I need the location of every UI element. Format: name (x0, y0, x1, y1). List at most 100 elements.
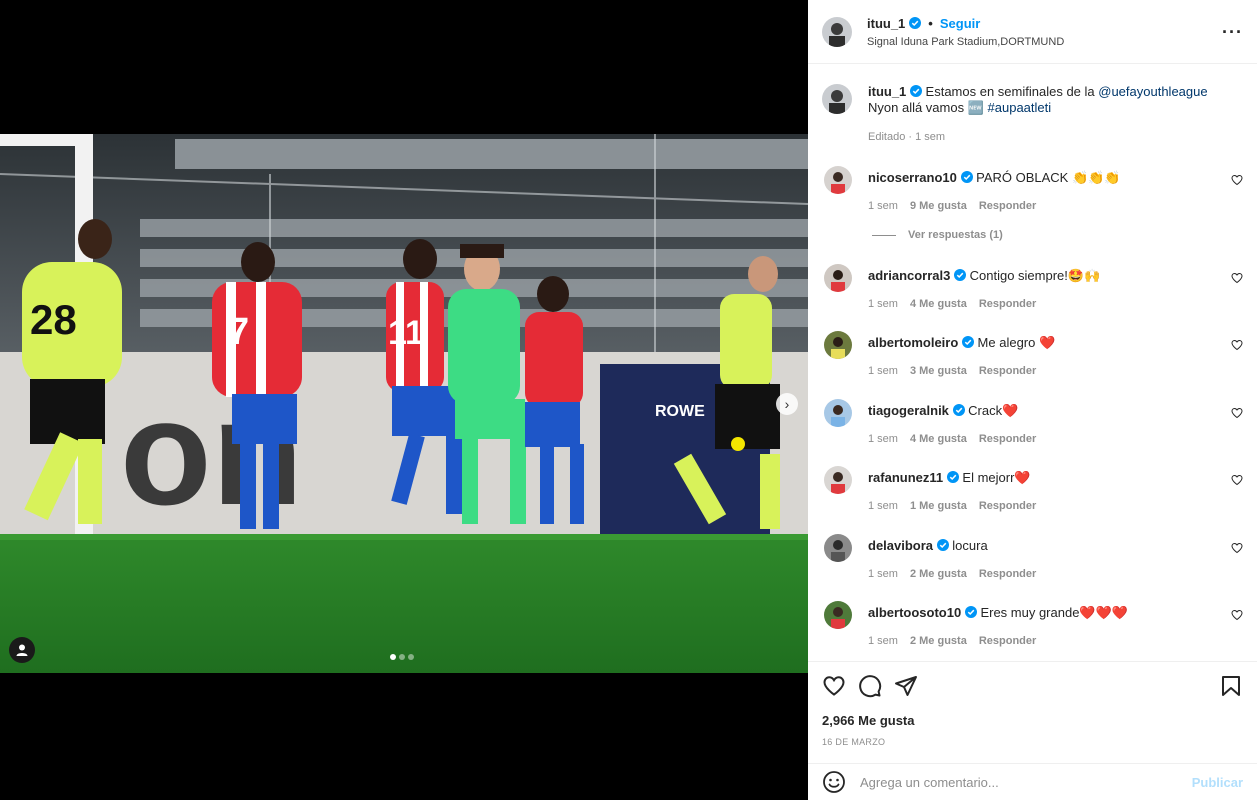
reply-button[interactable]: Responder (979, 200, 1036, 212)
emoji-icon[interactable] (822, 770, 846, 794)
comment-text: locura (952, 538, 988, 553)
comment-item: albertomoleiro Me alegro ❤️ 1 sem 3 Me gu… (822, 331, 1243, 391)
commenter-avatar[interactable] (824, 534, 852, 562)
comment-likes[interactable]: 4 Me gusta (910, 298, 967, 310)
comments-section[interactable]: ituu_1 Estamos en semifinales de la @uef… (808, 65, 1257, 662)
reply-button[interactable]: Responder (979, 298, 1036, 310)
reply-button[interactable]: Responder (979, 365, 1036, 377)
verified-badge-icon (954, 269, 966, 281)
follow-button[interactable]: Seguir (940, 16, 980, 31)
jersey-number-11: 11 (388, 314, 424, 352)
comment-time[interactable]: 1 sem (868, 635, 898, 647)
comment-username[interactable]: albertoosoto10 (868, 605, 961, 620)
comment-text: Crack❤️ (968, 403, 1019, 418)
caption-avatar[interactable] (822, 84, 852, 114)
commenter-avatar[interactable] (824, 601, 852, 629)
verified-badge-icon (952, 404, 965, 416)
comment-item: adriancorral3 Contigo siempre!🤩🙌 1 sem 4 … (822, 264, 1243, 324)
like-comment-icon[interactable] (1231, 174, 1243, 186)
jersey-number-28: 28 (30, 296, 77, 343)
likes-count[interactable]: 2,966 Me gusta (822, 713, 915, 728)
post-date[interactable]: 16 DE MARZO (822, 737, 885, 747)
carousel-dots (390, 654, 414, 660)
comment-likes[interactable]: 4 Me gusta (910, 433, 967, 445)
comment-likes[interactable]: 3 Me gusta (910, 365, 967, 377)
post-location[interactable]: Signal Iduna Park Stadium,DORTMUND (867, 36, 1064, 48)
view-replies-button[interactable]: Ver respuestas (1) (872, 229, 1003, 241)
more-options-icon[interactable]: ··· (1222, 22, 1243, 43)
comment-time[interactable]: 1 sem (868, 568, 898, 580)
comment-likes[interactable]: 2 Me gusta (910, 635, 967, 647)
like-comment-icon[interactable] (1231, 609, 1243, 621)
share-icon[interactable] (894, 674, 918, 698)
comment-username[interactable]: nicoserrano10 (868, 170, 957, 185)
like-comment-icon[interactable] (1231, 339, 1243, 351)
replies-divider (872, 234, 896, 236)
comment-username[interactable]: delavibora (868, 538, 933, 553)
separator-dot: • (928, 15, 933, 31)
comment-text: Contigo siempre!🤩🙌 (969, 268, 1101, 283)
post-caption: ituu_1 Estamos en semifinales de la @uef… (808, 65, 1257, 145)
caption-hashtag[interactable]: #aupaatleti (988, 100, 1052, 115)
author-username[interactable]: ituu_1 (867, 16, 905, 31)
post-photo[interactable]: on ROWE 28 7 11 (0, 134, 808, 673)
reply-button[interactable]: Responder (979, 635, 1036, 647)
comment-input[interactable] (860, 774, 1192, 790)
comment-time[interactable]: 1 sem (868, 365, 898, 377)
caption-username[interactable]: ituu_1 (868, 84, 906, 99)
carousel-dot (408, 654, 414, 660)
chevron-right-icon: › (784, 396, 790, 412)
user-tag-icon (16, 644, 28, 656)
carousel-dot (399, 654, 405, 660)
verified-badge-icon (961, 336, 974, 348)
post-actions: 2,966 Me gusta 16 DE MARZO (808, 661, 1257, 763)
comment-time[interactable]: 1 sem (868, 298, 898, 310)
comment-username[interactable]: albertomoleiro (868, 335, 958, 350)
comment-icon[interactable] (858, 674, 882, 698)
match-photo: on ROWE 28 7 11 (0, 134, 808, 673)
caption-text: Estamos en semifinales de la (925, 84, 1099, 99)
comment-time[interactable]: 1 sem (868, 500, 898, 512)
like-comment-icon[interactable] (1231, 542, 1243, 554)
reply-button[interactable]: Responder (979, 433, 1036, 445)
commenter-avatar[interactable] (824, 399, 852, 427)
reply-button[interactable]: Responder (979, 500, 1036, 512)
comment-likes[interactable]: 9 Me gusta (910, 200, 967, 212)
author-avatar[interactable] (822, 16, 852, 47)
comment-item: tiagogeralnik Crack❤️ 1 sem 4 Me gusta Res… (822, 399, 1243, 459)
comment-time[interactable]: 1 sem (868, 433, 898, 445)
caption-mention[interactable]: @uefayouthleague (1098, 84, 1207, 99)
comment-likes[interactable]: 2 Me gusta (910, 568, 967, 580)
comment-text: El mejorr❤️ (962, 470, 1031, 485)
caption-emoji: 🆕 (967, 100, 984, 115)
caption-line2: Nyon allá vamos (868, 100, 968, 115)
reply-button[interactable]: Responder (979, 568, 1036, 580)
comment-likes[interactable]: 1 Me gusta (910, 500, 967, 512)
commenter-avatar[interactable] (824, 264, 852, 292)
view-replies-label[interactable]: Ver respuestas (1) (908, 229, 1003, 241)
verified-badge-icon (964, 606, 977, 618)
like-comment-icon[interactable] (1231, 407, 1243, 419)
commenter-avatar[interactable] (824, 166, 852, 194)
publish-button[interactable]: Publicar (1192, 775, 1243, 790)
like-icon[interactable] (822, 674, 846, 698)
like-comment-icon[interactable] (1231, 272, 1243, 284)
comment-text: Eres muy grande❤️❤️❤️ (980, 605, 1128, 620)
commenter-avatar[interactable] (824, 331, 852, 359)
save-icon[interactable] (1219, 674, 1243, 698)
comment-item: albertoosoto10 Eres muy grande❤️❤️❤️ 1 s… (822, 601, 1243, 661)
comment-username[interactable]: adriancorral3 (868, 268, 950, 283)
commenter-avatar[interactable] (824, 466, 852, 494)
comment-username[interactable]: tiagogeralnik (868, 403, 949, 418)
user-tag-button[interactable] (9, 637, 35, 663)
verified-badge-icon (946, 471, 959, 483)
verified-badge-icon (960, 171, 973, 183)
comment-username[interactable]: rafanunez11 (868, 470, 943, 485)
comment-text: PARÓ OBLACK 👏👏👏 (976, 170, 1121, 185)
post-header: ituu_1 • Seguir Signal Iduna Park Stadiu… (808, 0, 1257, 64)
comment-time[interactable]: 1 sem (868, 200, 898, 212)
carousel-dot (390, 654, 396, 660)
like-comment-icon[interactable] (1231, 474, 1243, 486)
next-slide-button[interactable]: › (776, 393, 798, 415)
comment-composer: Publicar (808, 763, 1257, 800)
